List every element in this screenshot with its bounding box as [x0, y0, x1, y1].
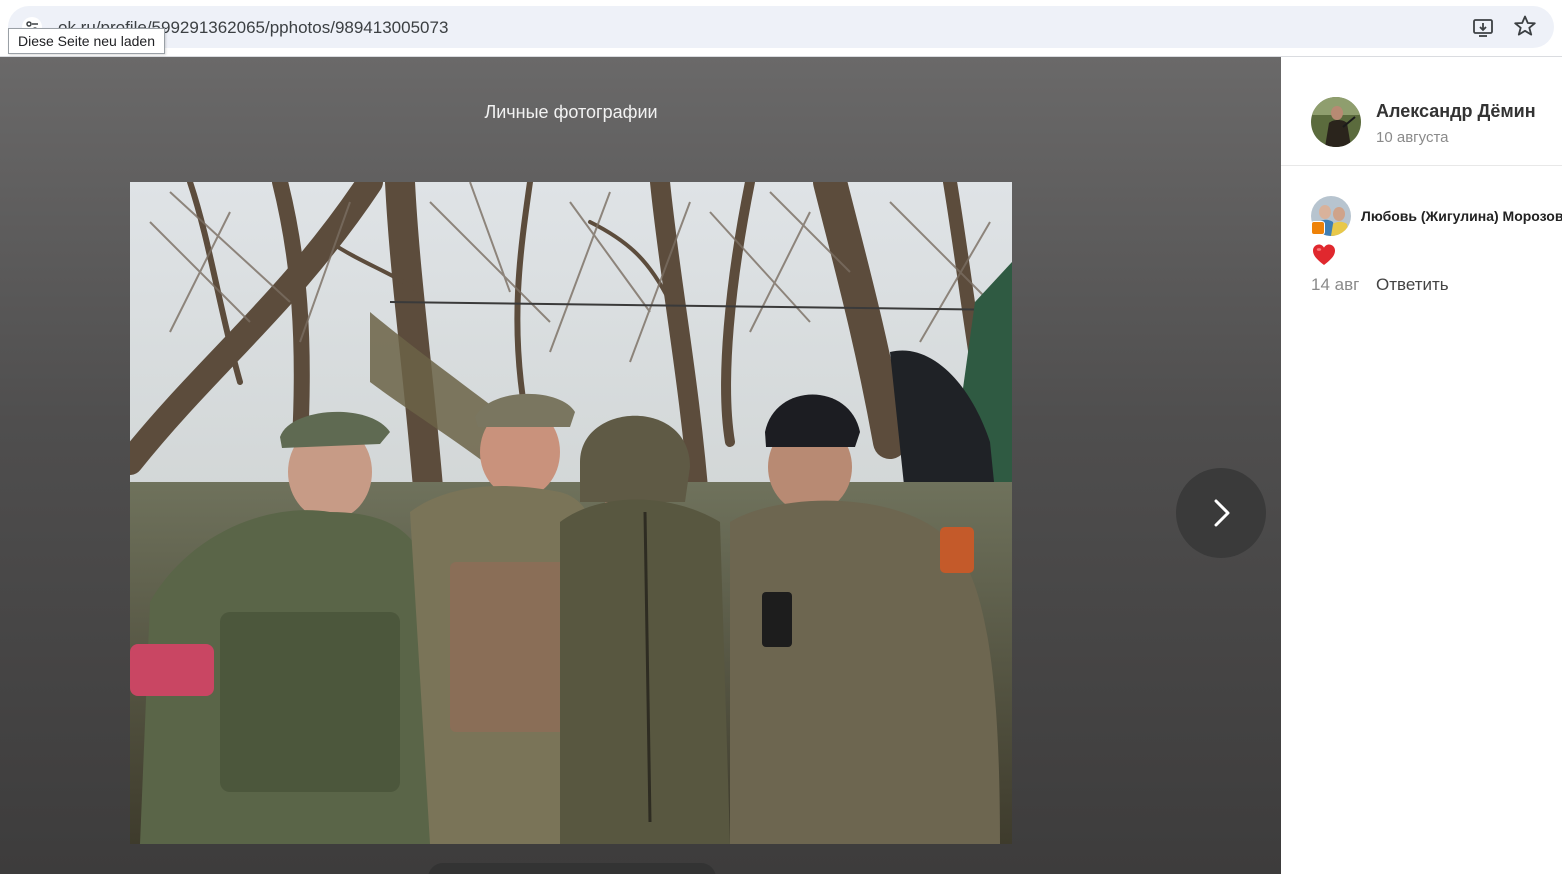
address-bar[interactable]: ok.ru/profile/599291362065/pphotos/98941… — [8, 6, 1554, 48]
author-avatar[interactable] — [1311, 97, 1361, 147]
next-photo-button[interactable] — [1176, 468, 1266, 558]
reply-button[interactable]: Ответить — [1376, 275, 1449, 295]
photo-toolbar[interactable] — [428, 863, 716, 874]
photo-image[interactable] — [130, 182, 1012, 844]
author-name[interactable]: Александр Дёмин — [1376, 101, 1536, 122]
browser-toolbar: ok.ru/profile/599291362065/pphotos/98941… — [0, 0, 1562, 57]
commenter-name[interactable]: Любовь (Жигулина) Морозова — [1361, 208, 1562, 224]
install-app-icon[interactable] — [1472, 16, 1496, 40]
chevron-right-icon — [1214, 499, 1230, 527]
comment-date: 14 авг — [1311, 275, 1360, 294]
heart-icon — [1311, 242, 1337, 268]
photo-viewer: Личные фотографии — [0, 57, 1281, 874]
divider — [1281, 165, 1562, 166]
ok-badge-icon — [1311, 221, 1325, 235]
album-title: Личные фотографии — [484, 102, 658, 122]
post-date: 10 августа — [1376, 129, 1449, 146]
reload-tooltip: Diese Seite neu laden — [8, 28, 165, 54]
side-panel: Александр Дёмин 10 августа Любовь (Жигул… — [1281, 57, 1562, 874]
bookmark-star-icon[interactable] — [1512, 14, 1538, 40]
